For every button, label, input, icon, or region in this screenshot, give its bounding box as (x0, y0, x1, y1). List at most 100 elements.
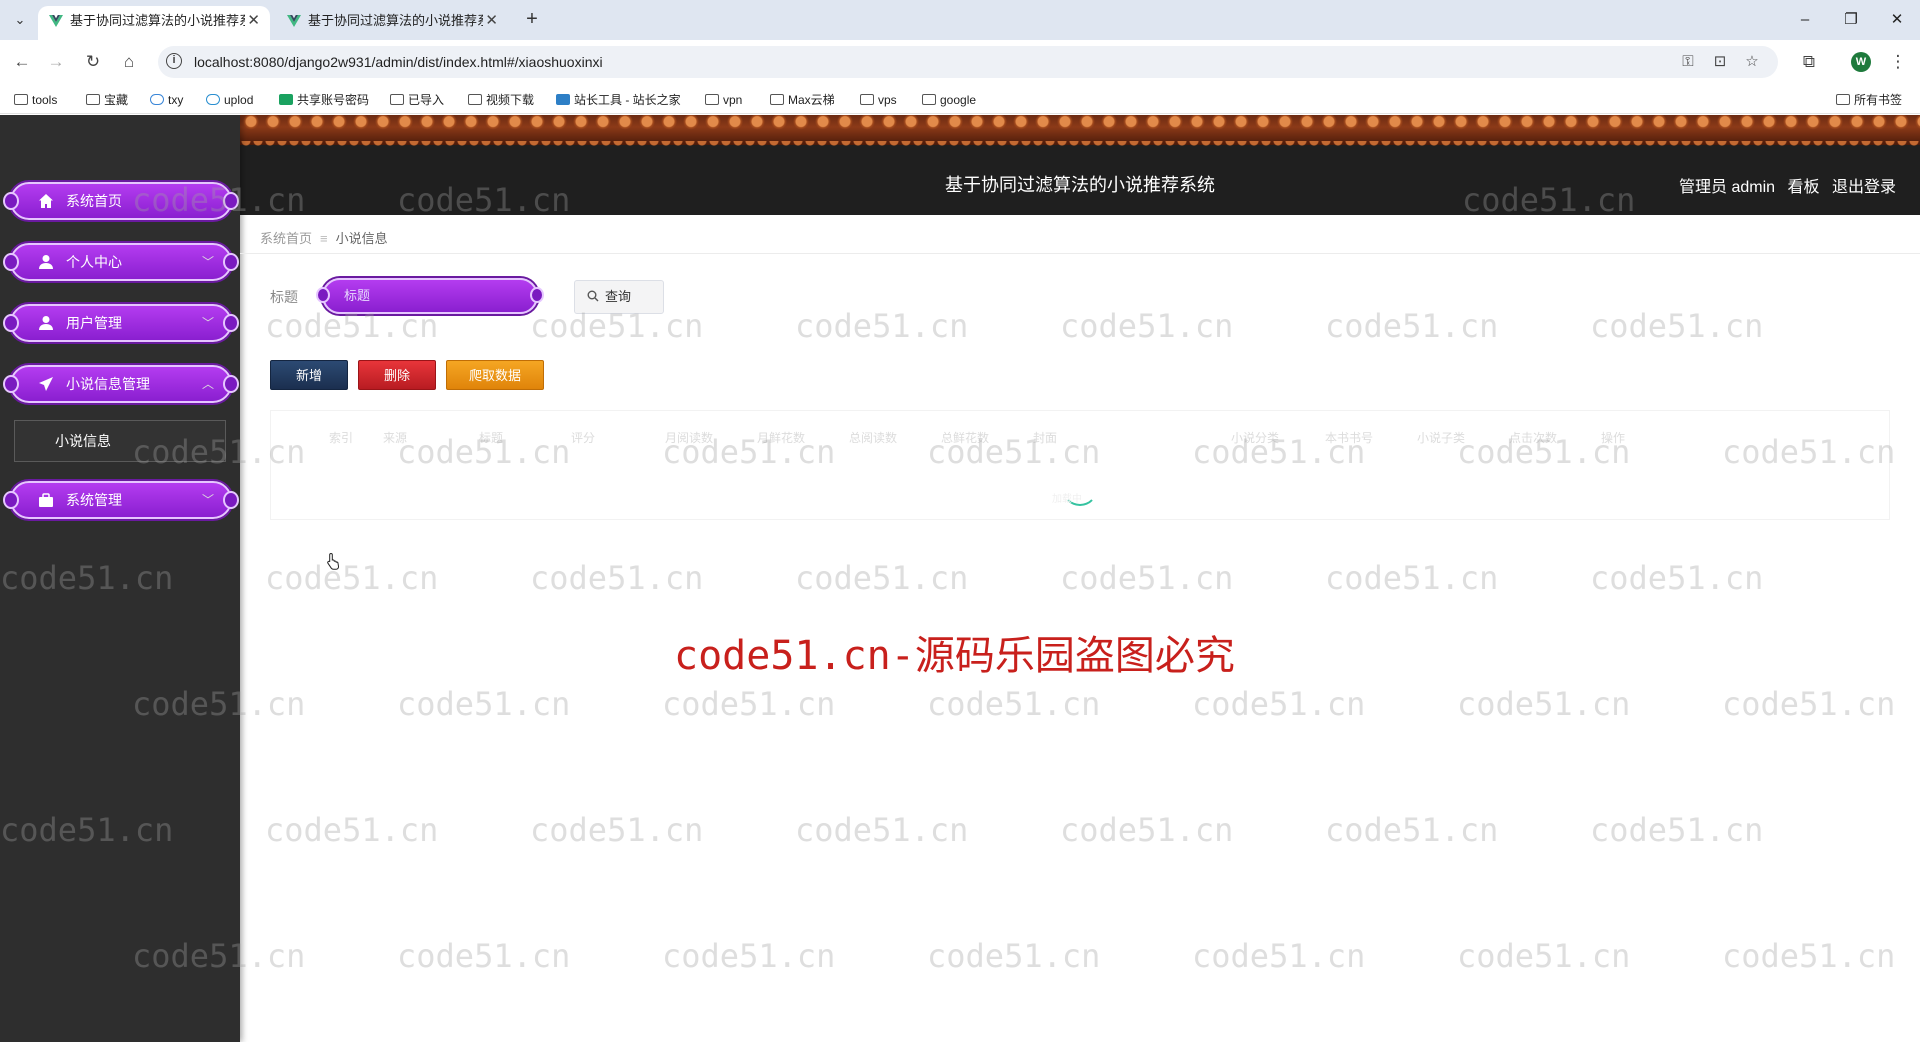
watermark: code51.cn (1060, 811, 1234, 849)
forward-arrow-icon[interactable]: → (44, 50, 68, 74)
watermark: code51.cn (530, 811, 704, 849)
watermark: code51.cn (1457, 937, 1631, 975)
tab-title: 基于协同过滤算法的小说推荐系 (308, 13, 483, 28)
bookmark-vpn[interactable]: vpn (705, 90, 742, 110)
add-button[interactable]: 新增 (270, 360, 348, 390)
new-tab-plus-icon[interactable]: + (520, 8, 544, 32)
tab-close-icon[interactable]: ✕ (247, 6, 260, 36)
bookmark-txy[interactable]: txy (150, 90, 183, 110)
column-header: 索引 (329, 431, 354, 445)
sidebar-item-user-management[interactable]: 用户管理 ﹀ (3, 304, 239, 342)
bookmark-max[interactable]: Max云梯 (770, 90, 835, 110)
bookmark-star-icon[interactable]: ☆ (1742, 52, 1762, 72)
sidebar-item-home[interactable]: 系统首页 (3, 182, 239, 220)
ornament-knob (223, 314, 239, 332)
bookmark-imported[interactable]: 已导入 (390, 90, 444, 110)
column-header: 月阅读数 (665, 431, 714, 445)
header-banner: 基于协同过滤算法的小说推荐系统 管理员 admin 看板 退出登录 (240, 115, 1920, 215)
column-header: 封面 (1033, 431, 1058, 445)
bookmark-tools[interactable]: tools (14, 90, 57, 110)
bookmarks-bar: tools 宝藏 txy uplod 共享账号密码 已导入 视频下载 站长工具 … (0, 84, 1920, 114)
extensions-puzzle-icon[interactable]: ⧉ (1797, 50, 1821, 74)
bookmark-shared-accounts[interactable]: 共享账号密码 (279, 90, 369, 110)
browser-toolbar: ← → ↻ ⌂ i localhost:8080/django2w931/adm… (0, 40, 1920, 84)
watermark: code51.cn (795, 307, 969, 345)
watermark: code51.cn (397, 937, 571, 975)
loading-text: 加载中 (1052, 494, 1082, 505)
paper-plane-icon (39, 377, 53, 391)
close-window-icon[interactable]: ✕ (1874, 0, 1920, 40)
column-header: 评分 (571, 431, 596, 445)
folder-icon (1836, 94, 1850, 105)
watermark: code51.cn (927, 685, 1101, 723)
column-header: 月鲜花数 (757, 431, 806, 445)
profile-avatar[interactable]: W (1851, 52, 1871, 72)
system-title: 基于协同过滤算法的小说推荐系统 (945, 175, 1215, 195)
home-icon[interactable]: ⌂ (117, 50, 141, 74)
title-search-input[interactable]: 标题 (316, 278, 544, 314)
breadcrumb-current: 小说信息 (335, 231, 388, 246)
sheet-icon (279, 94, 293, 105)
url-text: localhost:8080/django2w931/admin/dist/in… (194, 54, 603, 70)
all-bookmarks[interactable]: 所有书签 (1836, 90, 1902, 110)
cloud-icon (150, 94, 164, 105)
column-header: 小说分类 (1231, 431, 1280, 445)
query-button[interactable]: 查询 (574, 280, 664, 314)
watermark: code51.cn (662, 685, 836, 723)
watermark: code51.cn (795, 559, 969, 597)
ornament-knob (530, 287, 544, 303)
ornament-knob (3, 253, 19, 271)
hand-cursor-icon (327, 552, 340, 570)
bookmark-baozang[interactable]: 宝藏 (86, 90, 128, 110)
reload-icon[interactable]: ↻ (81, 50, 105, 74)
watermark: code51.cn (1590, 559, 1764, 597)
screenshot-icon[interactable]: ⊡ (1710, 52, 1730, 72)
breadcrumb-separator: ≡ (320, 231, 328, 246)
sidebar-subitem-novel-info[interactable]: 小说信息 (14, 420, 226, 462)
back-arrow-icon[interactable]: ← (10, 50, 34, 74)
watermark: code51.cn (530, 559, 704, 597)
browser-tab-active[interactable]: 基于协同过滤算法的小说推荐系 ✕ (38, 6, 270, 40)
sidebar-item-system-management[interactable]: 系统管理 ﹀ (3, 481, 239, 519)
sidebar-item-novel-management[interactable]: 小说信息管理 ︿ (3, 365, 239, 403)
crawl-data-button[interactable]: 爬取数据 (446, 360, 544, 390)
ornament-knob (223, 253, 239, 271)
delete-button[interactable]: 删除 (358, 360, 436, 390)
bookmark-chinaz[interactable]: 站长工具 - 站长之家 (556, 90, 681, 110)
ornament-knob (223, 375, 239, 393)
column-header: 总阅读数 (849, 431, 898, 445)
sidebar-item-personal-center[interactable]: 个人中心 ﹀ (3, 243, 239, 281)
sidebar-item-label: 系统首页 (66, 193, 122, 209)
site-info-icon[interactable]: i (166, 53, 182, 69)
address-bar[interactable]: i localhost:8080/django2w931/admin/dist/… (158, 46, 1778, 78)
tab-close-icon[interactable]: ✕ (485, 6, 498, 36)
watermark: code51.cn (1192, 685, 1366, 723)
bookmark-video-download[interactable]: 视频下载 (468, 90, 534, 110)
folder-icon (922, 94, 936, 105)
dashboard-link[interactable]: 看板 (1788, 179, 1820, 196)
header-user-area: 管理员 admin 看板 退出登录 (1671, 173, 1896, 197)
watermark: code51.cn (1325, 811, 1499, 849)
briefcase-icon (39, 493, 53, 507)
watermark: code51.cn (1590, 811, 1764, 849)
watermark: code51.cn (1192, 937, 1366, 975)
column-header: 操作 (1601, 431, 1626, 445)
bookmark-vps[interactable]: vps (860, 90, 897, 110)
minimize-icon[interactable]: – (1782, 0, 1828, 40)
browser-tab[interactable]: 基于协同过滤算法的小说推荐系 ✕ (276, 6, 508, 40)
bookmark-google[interactable]: google (922, 90, 976, 110)
logout-link[interactable]: 退出登录 (1832, 179, 1896, 196)
breadcrumb-home[interactable]: 系统首页 (260, 231, 312, 246)
tab-list-chevron-icon[interactable]: ⌄ (8, 8, 32, 32)
bookmark-uplod[interactable]: uplod (206, 90, 253, 110)
copyright-watermark: code51.cn-源码乐园盗图必究 (674, 633, 1235, 679)
folder-icon (86, 94, 100, 105)
chevron-down-icon: ﹀ (201, 255, 214, 269)
ornament-knob (3, 375, 19, 393)
watermark: code51.cn (1722, 937, 1896, 975)
column-header: 小说子类 (1417, 431, 1466, 445)
restore-icon[interactable]: ❐ (1828, 0, 1874, 40)
password-key-icon[interactable]: ⚿ (1678, 52, 1698, 72)
admin-user-label[interactable]: 管理员 admin (1679, 179, 1775, 196)
more-menu-icon[interactable]: ⋮ (1886, 50, 1910, 74)
